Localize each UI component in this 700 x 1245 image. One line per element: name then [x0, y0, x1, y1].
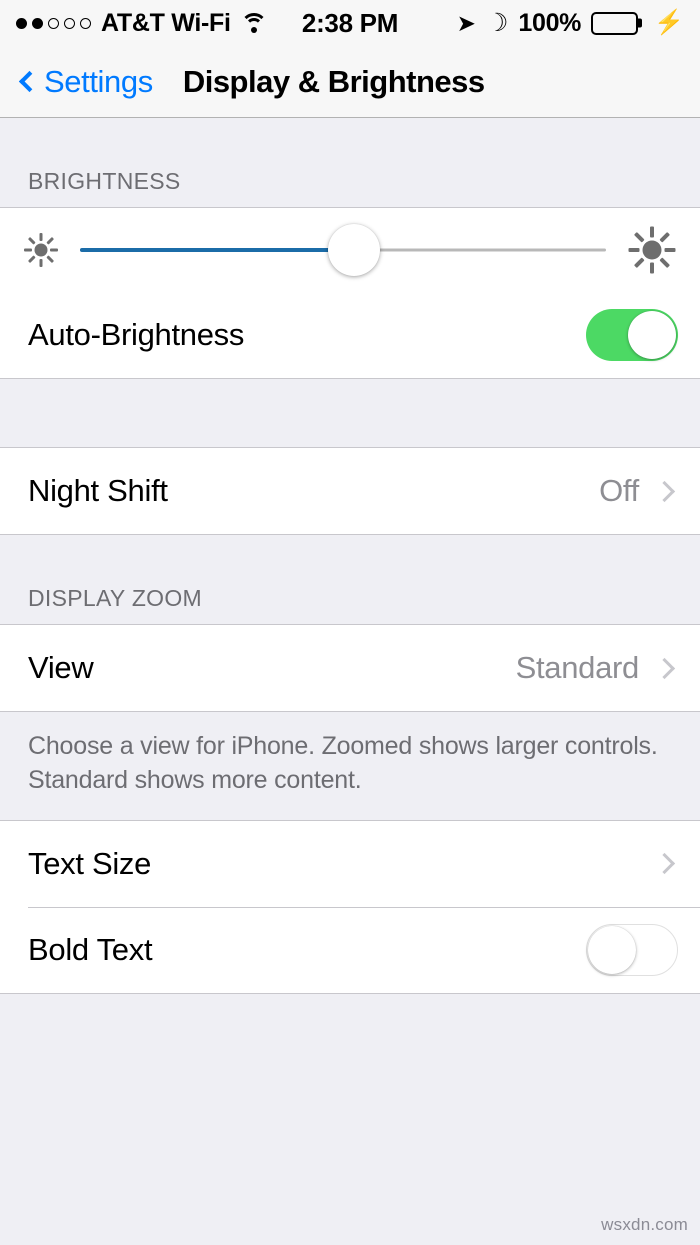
chevron-right-icon	[653, 657, 676, 679]
spacer-above-brightness	[0, 118, 700, 168]
brightness-slider[interactable]	[80, 224, 606, 276]
view-label: View	[28, 650, 94, 685]
sun-small-icon	[22, 231, 60, 269]
section-header-brightness: BRIGHTNESS	[28, 168, 181, 194]
slider-filled-track	[80, 248, 354, 252]
spacer-above-night-shift	[0, 379, 700, 447]
toggle-knob	[628, 311, 676, 359]
group-display-zoom: View Standard	[0, 624, 700, 712]
night-shift-label: Night Shift	[28, 473, 168, 508]
row-text-size[interactable]: Text Size	[0, 820, 700, 907]
status-bar: AT&T Wi-Fi 2:38 PM ➤ ☽ 100% ⚡	[0, 0, 700, 46]
brightness-slider-row[interactable]	[0, 208, 700, 292]
display-zoom-footer-note: Choose a view for iPhone. Zoomed shows l…	[28, 732, 658, 794]
navigation-bar: Settings Display & Brightness	[0, 46, 700, 118]
bold-text-label: Bold Text	[28, 931, 153, 967]
text-size-label: Text Size	[28, 845, 152, 881]
back-button-label: Settings	[44, 63, 153, 99]
iphone-settings-screen: AT&T Wi-Fi 2:38 PM ➤ ☽ 100% ⚡ Settings D…	[0, 0, 700, 1245]
toggle-knob	[588, 925, 636, 974]
group-brightness: Auto-Brightness	[0, 207, 700, 379]
auto-brightness-label: Auto-Brightness	[28, 317, 245, 352]
row-view[interactable]: View Standard	[0, 625, 700, 711]
chevron-right-icon	[653, 852, 676, 875]
row-bold-text[interactable]: Bold Text	[0, 906, 700, 993]
bluetooth-icon: ☽	[485, 8, 509, 37]
group-text: Text Size Bold Text	[0, 819, 700, 994]
view-value: Standard	[515, 650, 640, 685]
chevron-left-icon	[18, 70, 41, 93]
auto-brightness-toggle[interactable]	[586, 309, 678, 361]
row-auto-brightness[interactable]: Auto-Brightness	[0, 292, 700, 378]
location-arrow-icon: ➤	[456, 9, 476, 36]
row-night-shift[interactable]: Night Shift Off	[0, 448, 700, 534]
chevron-right-icon	[653, 480, 676, 502]
status-bar-right: ➤ ☽ 100% ⚡	[457, 9, 684, 38]
lightning-bolt-icon: ⚡	[654, 9, 684, 36]
spacer-above-display-zoom	[0, 535, 700, 585]
watermark: wsxdn.com	[601, 1215, 688, 1234]
night-shift-value: Off	[599, 473, 639, 508]
battery-percent-label: 100%	[518, 8, 582, 37]
page-title: Display & Brightness	[182, 63, 485, 99]
section-header-display-zoom: DISPLAY ZOOM	[28, 585, 203, 611]
group-night-shift: Night Shift Off	[0, 447, 700, 535]
battery-icon	[591, 11, 639, 35]
sun-large-icon	[626, 224, 678, 276]
slider-thumb[interactable]	[327, 224, 380, 276]
bold-text-toggle[interactable]	[586, 923, 678, 976]
back-button[interactable]: Settings	[16, 64, 153, 100]
